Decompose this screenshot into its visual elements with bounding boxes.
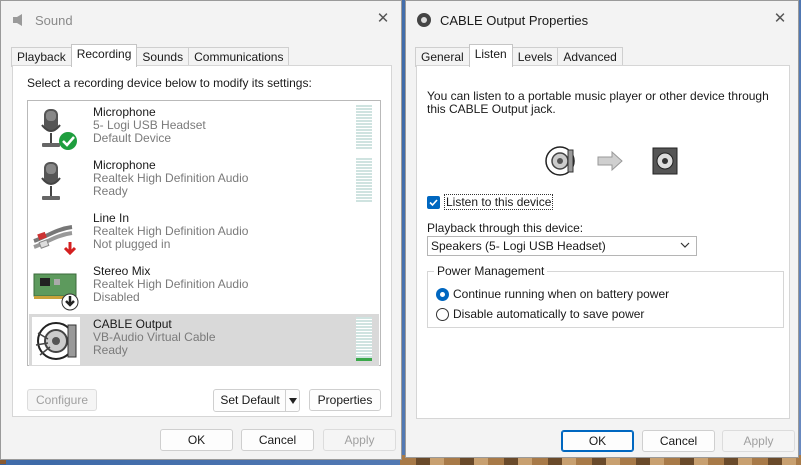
ok-button[interactable]: OK <box>561 430 634 452</box>
recording-instruction: Select a recording device below to modif… <box>27 76 312 90</box>
set-default-button[interactable]: Set Default <box>213 389 300 412</box>
device-row[interactable]: Line In Realtek High Definition Audio No… <box>29 208 379 260</box>
virtual-cable-icon <box>32 317 80 365</box>
playback-device-value: Speakers (5- Logi USB Headset) <box>431 239 606 253</box>
sound-window-title: Sound <box>35 12 73 28</box>
radio-unselected-icon[interactable] <box>436 307 449 321</box>
apply-button[interactable]: Apply <box>722 430 795 452</box>
chevron-down-icon <box>680 238 690 257</box>
tab-advanced[interactable]: Advanced <box>557 47 623 67</box>
unplugged-arrow-icon <box>62 241 78 257</box>
listen-description: You can listen to a portable music playe… <box>427 89 769 116</box>
speaker-app-icon <box>11 12 27 28</box>
recording-device-list[interactable]: Microphone 5- Logi USB Headset Default D… <box>27 100 381 366</box>
microphone-icon <box>32 158 80 206</box>
checkbox-checked-icon[interactable] <box>427 195 440 209</box>
sound-window: Sound ✕ Playback Recording Sounds Commun… <box>0 0 402 460</box>
level-meter <box>356 105 372 149</box>
sound-close-button[interactable]: ✕ <box>375 11 391 27</box>
device-status: Not plugged in <box>93 237 171 251</box>
tab-sounds[interactable]: Sounds <box>136 47 190 67</box>
props-close-button[interactable]: ✕ <box>772 11 788 27</box>
arrow-right-icon <box>597 150 623 172</box>
radio-selected-icon[interactable] <box>436 287 449 301</box>
disabled-arrow-icon <box>61 293 79 311</box>
tab-listen[interactable]: Listen <box>468 44 513 67</box>
props-tabs: General Listen Levels Advanced <box>415 44 623 67</box>
cable-output-properties-window: CABLE Output Properties ✕ General Listen… <box>405 0 799 458</box>
sound-tabs: Playback Recording Sounds Communications <box>11 44 290 67</box>
speaker-app-icon <box>416 12 432 28</box>
cancel-button[interactable]: Cancel <box>241 429 314 451</box>
configure-button[interactable]: Configure <box>27 389 97 411</box>
device-status: Default Device <box>93 131 172 145</box>
listen-to-device-checkbox[interactable]: Listen to this device <box>427 194 554 210</box>
device-status: Ready <box>93 184 128 198</box>
device-row[interactable]: Microphone Realtek High Definition Audio… <box>29 155 379 207</box>
props-window-title: CABLE Output Properties <box>440 12 589 28</box>
recording-panel: Select a recording device below to modif… <box>12 65 392 417</box>
level-meter <box>356 158 372 202</box>
props-titlebar: CABLE Output Properties ✕ <box>406 1 798 39</box>
properties-button[interactable]: Properties <box>309 389 381 411</box>
line-in-cable-icon <box>32 211 80 259</box>
power-management-group: Power Management Continue running when o… <box>427 264 784 328</box>
cancel-button[interactable]: Cancel <box>642 430 715 452</box>
listen-flow-illustration <box>417 144 791 178</box>
tab-general[interactable]: General <box>415 47 470 67</box>
continue-running-radio[interactable]: Continue running when on battery power <box>436 287 669 301</box>
disable-automatically-radio[interactable]: Disable automatically to save power <box>436 307 644 321</box>
device-status: Disabled <box>93 290 140 304</box>
device-status: Ready <box>93 343 128 357</box>
sound-titlebar: Sound ✕ <box>1 1 401 39</box>
apply-button[interactable]: Apply <box>323 429 396 451</box>
microphone-icon <box>32 105 80 153</box>
tab-recording[interactable]: Recording <box>70 44 138 67</box>
power-management-title: Power Management <box>434 264 548 278</box>
level-meter <box>356 317 372 361</box>
virtual-cable-icon <box>545 146 575 176</box>
disable-automatically-label[interactable]: Disable automatically to save power <box>453 307 644 321</box>
ok-button[interactable]: OK <box>160 429 233 451</box>
playback-device-select[interactable]: Speakers (5- Logi USB Headset) <box>427 236 697 256</box>
listen-checkbox-label[interactable]: Listen to this device <box>444 194 554 210</box>
tab-levels[interactable]: Levels <box>511 47 559 67</box>
listen-panel: You can listen to a portable music playe… <box>416 65 790 419</box>
triangle-down-icon <box>288 397 297 404</box>
tab-playback[interactable]: Playback <box>11 47 72 67</box>
device-row-selected[interactable]: CABLE Output VB-Audio Virtual Cable Read… <box>29 314 379 366</box>
set-default-dropdown[interactable] <box>285 390 299 411</box>
continue-running-label[interactable]: Continue running when on battery power <box>453 287 669 301</box>
default-check-icon <box>59 132 77 150</box>
playback-through-label: Playback through this device: <box>427 221 584 235</box>
set-default-label[interactable]: Set Default <box>214 390 286 411</box>
sound-card-icon <box>32 264 80 312</box>
device-row[interactable]: Microphone 5- Logi USB Headset Default D… <box>29 102 379 154</box>
speaker-icon <box>652 147 678 175</box>
tab-communications[interactable]: Communications <box>188 47 290 67</box>
device-row[interactable]: Stereo Mix Realtek High Definition Audio… <box>29 261 379 313</box>
